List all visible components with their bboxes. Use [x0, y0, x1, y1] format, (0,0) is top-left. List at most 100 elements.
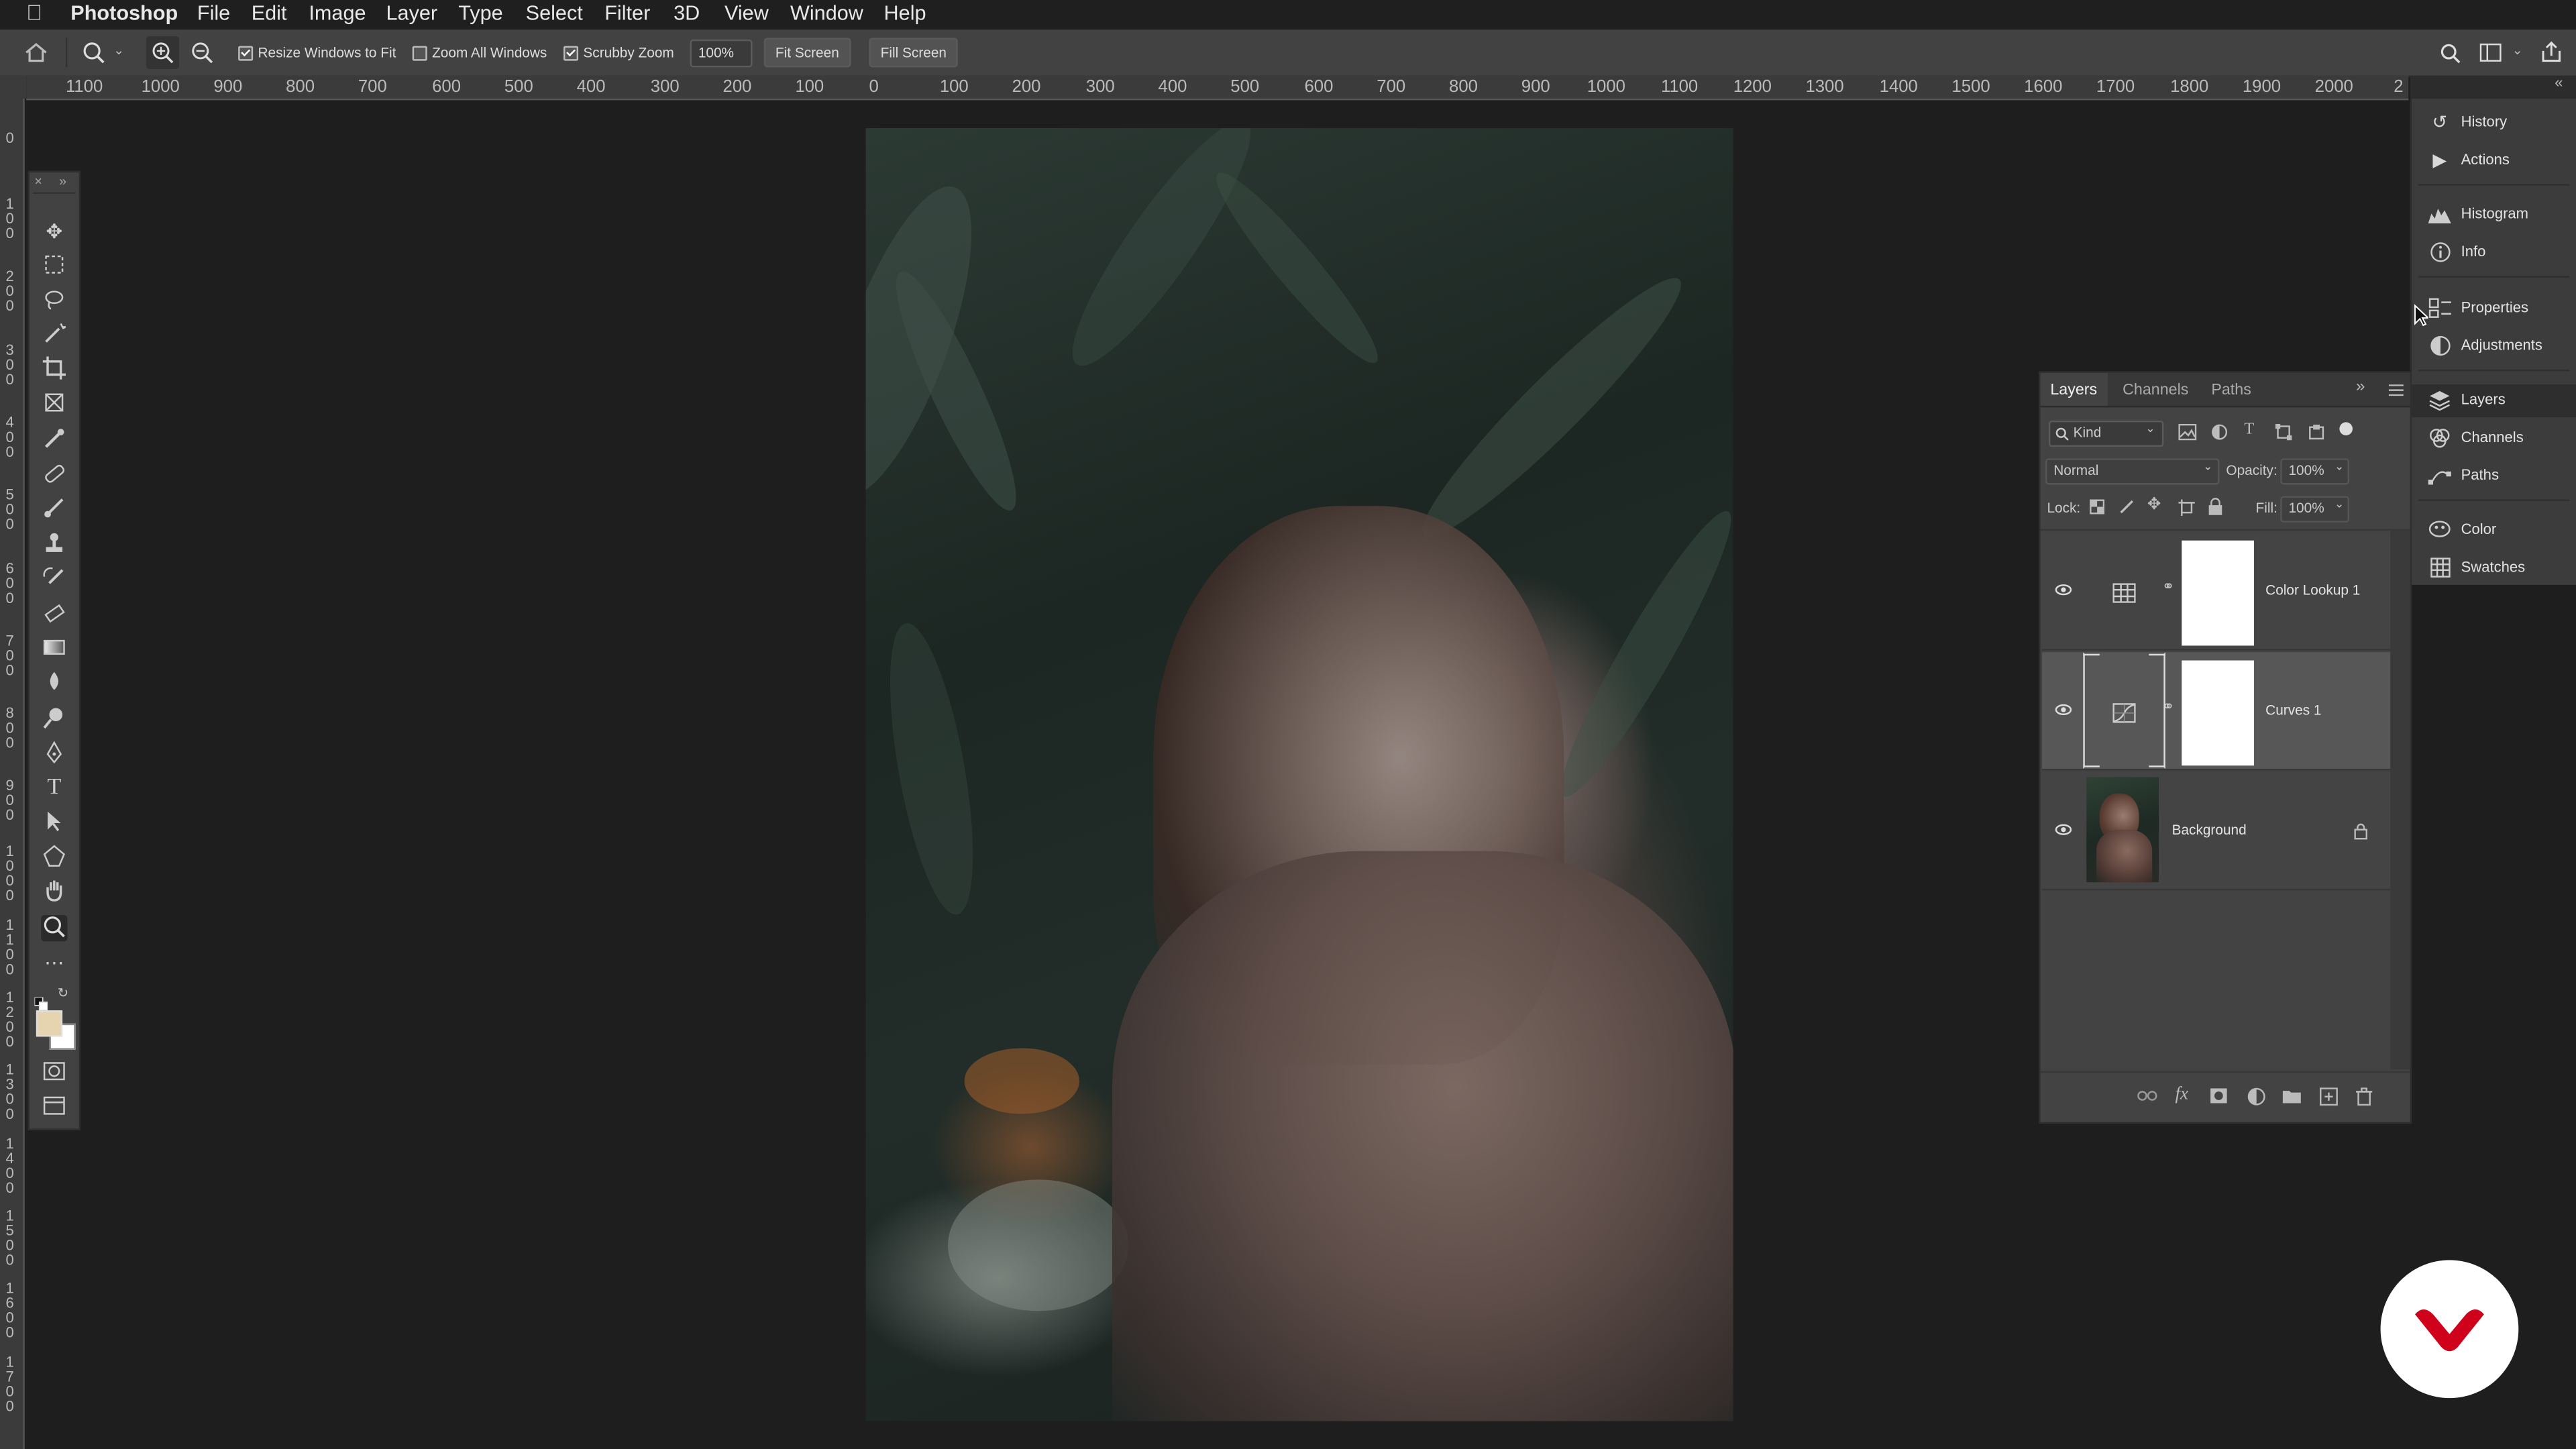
dock-channels[interactable]: Channels	[2412, 422, 2576, 455]
zoom-level-field[interactable]: 100%	[690, 39, 753, 68]
resize-windows-checkbox[interactable]	[238, 44, 254, 62]
eraser-tool-icon[interactable]	[41, 601, 67, 627]
share-icon[interactable]	[2540, 41, 2563, 62]
scrubby-zoom-checkbox[interactable]	[564, 44, 579, 62]
menu-type[interactable]: Type	[458, 1, 502, 24]
new-group-icon[interactable]	[2282, 1087, 2302, 1104]
move-tool-icon[interactable]: ✥	[41, 219, 67, 245]
layer-row[interactable]: ⚭ Color Lookup 1	[2042, 532, 2391, 651]
shape-tool-icon[interactable]	[41, 845, 67, 871]
magic-wand-icon[interactable]	[41, 322, 67, 348]
filter-adjustment-icon[interactable]	[2211, 424, 2228, 440]
layer-mask-thumbnail[interactable]	[2182, 540, 2255, 646]
horizontal-ruler[interactable]: 1100 1000 900 800 700 600 500 400 300 20…	[26, 75, 2409, 101]
more-tools-icon[interactable]: ⋯	[41, 950, 67, 976]
crop-tool-icon[interactable]	[41, 356, 67, 382]
clone-stamp-icon[interactable]	[41, 531, 67, 557]
menu-layer[interactable]: Layer	[386, 1, 438, 24]
filter-kind-select[interactable]: Kind ⌄	[2048, 420, 2164, 447]
default-colors-icon[interactable]	[34, 989, 48, 1011]
layer-row[interactable]: Background	[2042, 772, 2391, 891]
lasso-tool-icon[interactable]	[41, 288, 67, 314]
blend-mode-select[interactable]: Normal ⌄	[2045, 458, 2220, 485]
dock-adjustments[interactable]: Adjustments	[2412, 330, 2576, 363]
apple-icon[interactable]: 	[26, 0, 42, 25]
visibility-eye-icon[interactable]	[2055, 582, 2072, 598]
lock-position-icon[interactable]: ✥	[2147, 496, 2161, 515]
zoom-out-icon[interactable]	[191, 41, 213, 64]
visibility-eye-icon[interactable]	[2055, 702, 2072, 718]
panel-menu-icon[interactable]	[2388, 384, 2404, 396]
lock-artboard-icon[interactable]	[2178, 499, 2195, 516]
expand-icon[interactable]: »	[59, 174, 66, 189]
layers-scrollbar[interactable]	[2390, 531, 2410, 1070]
menu-select[interactable]: Select	[526, 1, 583, 24]
zoom-in-icon[interactable]	[151, 41, 174, 64]
hand-tool-icon[interactable]	[41, 879, 67, 905]
link-layers-icon[interactable]	[2137, 1089, 2157, 1103]
lock-all-icon[interactable]	[2208, 498, 2222, 516]
filter-toggle-icon[interactable]	[2339, 422, 2353, 435]
swap-colors-icon[interactable]: ↻	[58, 985, 68, 1000]
healing-brush-icon[interactable]	[41, 462, 67, 488]
pen-tool-icon[interactable]	[41, 741, 67, 767]
zoom-tool-icon[interactable]	[82, 41, 105, 64]
lock-icon[interactable]	[2354, 823, 2368, 840]
dock-histogram[interactable]: Histogram	[2412, 199, 2576, 231]
history-brush-icon[interactable]	[41, 567, 67, 593]
layer-style-icon[interactable]: fx	[2175, 1084, 2188, 1104]
path-selection-icon[interactable]	[41, 810, 67, 836]
frame-tool-icon[interactable]	[41, 391, 67, 417]
collapse-icon[interactable]: «	[2555, 74, 2563, 90]
filter-type-icon[interactable]: T	[2244, 421, 2254, 439]
type-tool-icon[interactable]: T	[41, 775, 67, 802]
document-canvas[interactable]	[865, 128, 1733, 1421]
filter-smart-object-icon[interactable]	[2308, 424, 2324, 440]
menu-file[interactable]: File	[197, 1, 230, 24]
menu-help[interactable]: Help	[884, 1, 926, 24]
quick-mask-icon[interactable]	[41, 1060, 67, 1086]
gradient-tool-icon[interactable]	[41, 636, 67, 662]
menu-filter[interactable]: Filter	[604, 1, 650, 24]
lock-transparent-icon[interactable]	[2090, 499, 2105, 515]
dock-paths[interactable]: Paths	[2412, 460, 2576, 493]
link-icon[interactable]: ⚭	[2162, 698, 2176, 716]
dodge-tool-icon[interactable]	[41, 706, 67, 733]
fill-field[interactable]: 100% ⌄	[2280, 496, 2350, 523]
menu-3d[interactable]: 3D	[674, 1, 700, 24]
filter-pixel-icon[interactable]	[2178, 423, 2197, 441]
lock-pixels-icon[interactable]	[2119, 498, 2135, 514]
foreground-color-swatch[interactable]	[36, 1010, 63, 1037]
fill-screen-button[interactable]: Fill Screen	[869, 38, 959, 68]
menu-window[interactable]: Window	[790, 1, 863, 24]
screen-mode-icon[interactable]	[41, 1094, 67, 1120]
tab-channels[interactable]: Channels	[2123, 381, 2188, 399]
menu-edit[interactable]: Edit	[252, 1, 287, 24]
search-icon[interactable]	[2440, 43, 2461, 64]
dock-actions[interactable]: ▶ Actions	[2412, 145, 2576, 178]
dock-history[interactable]: ↺ History	[2412, 107, 2576, 140]
brush-tool-icon[interactable]	[41, 496, 67, 523]
menu-view[interactable]: View	[724, 1, 769, 24]
marquee-tool-icon[interactable]	[41, 253, 67, 279]
tab-paths[interactable]: Paths	[2211, 381, 2251, 399]
dock-swatches[interactable]: Swatches	[2412, 552, 2576, 585]
fit-screen-button[interactable]: Fit Screen	[763, 38, 851, 68]
workspace-icon[interactable]	[2479, 43, 2502, 62]
layer-row[interactable]: ⚭ Curves 1	[2042, 652, 2391, 771]
delete-layer-icon[interactable]	[2355, 1087, 2373, 1106]
dock-layers[interactable]: Layers	[2412, 384, 2576, 418]
workspace-chevron-icon[interactable]: ⌄	[2512, 43, 2523, 58]
app-menu[interactable]: Photoshop	[70, 1, 178, 24]
dock-info[interactable]: Info	[2412, 237, 2576, 270]
filter-shape-icon[interactable]	[2275, 423, 2292, 441]
close-icon[interactable]: ×	[34, 174, 42, 189]
zoom-all-checkbox[interactable]	[412, 44, 427, 62]
home-icon[interactable]	[25, 43, 48, 62]
new-layer-icon[interactable]	[2319, 1087, 2338, 1106]
add-mask-icon[interactable]	[2210, 1087, 2228, 1104]
dock-properties[interactable]: Properties	[2412, 292, 2576, 325]
opacity-field[interactable]: 100% ⌄	[2280, 458, 2350, 485]
visibility-eye-icon[interactable]	[2055, 822, 2072, 838]
zoom-tool-icon[interactable]	[41, 915, 68, 942]
